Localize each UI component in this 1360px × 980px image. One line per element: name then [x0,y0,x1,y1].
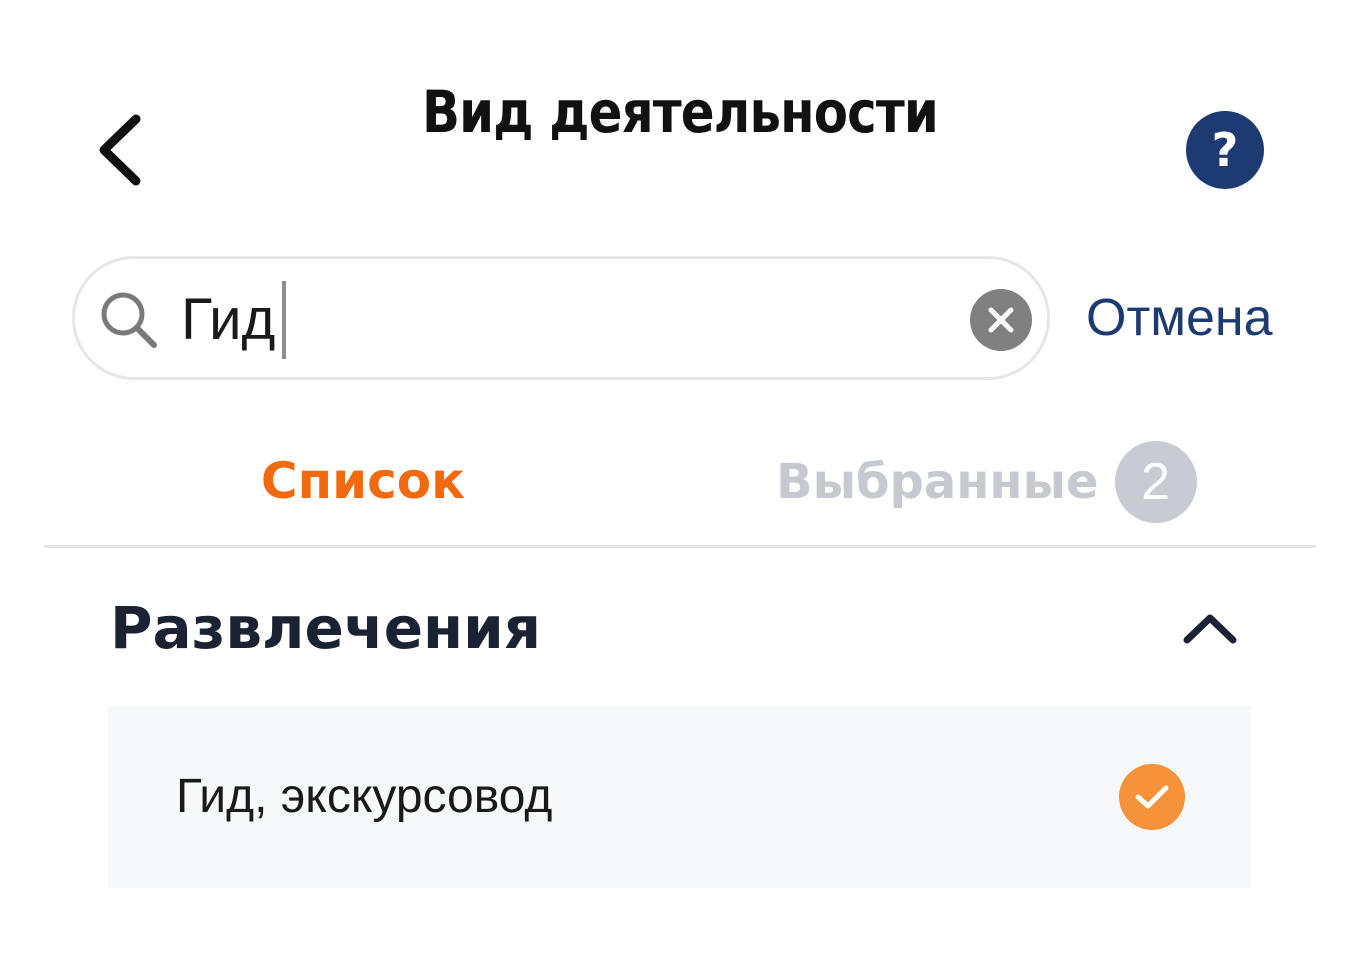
checkmark-icon [1119,764,1185,830]
list-item-label: Гид, экскурсовод [176,770,553,823]
activity-type-screen: Вид деятельности ? Отмена Список Выбранн… [0,0,1360,980]
text-caret [282,281,286,359]
search-box[interactable] [72,256,1050,380]
tabs-divider [44,545,1316,548]
collapse-section-button[interactable] [1176,600,1244,656]
search-icon [101,292,157,348]
chevron-up-icon [1183,614,1237,644]
tab-selected[interactable]: Выбранные 2 [776,440,1197,524]
help-button[interactable]: ? [1186,111,1264,189]
close-icon [988,307,1014,333]
section-title: Развлечения [110,594,541,662]
search-input[interactable] [181,277,941,361]
page-title: Вид деятельности [422,78,939,146]
chevron-left-icon [99,114,141,186]
list-item[interactable]: Гид, экскурсовод [108,706,1251,888]
tab-list[interactable]: Список [190,446,536,516]
selected-count-badge: 2 [1114,441,1197,523]
question-mark-icon: ? [1211,123,1239,177]
clear-search-button[interactable] [970,289,1032,351]
back-button[interactable] [84,104,156,196]
cancel-button[interactable]: Отмена [1086,286,1273,350]
tab-selected-label: Выбранные [776,454,1099,510]
